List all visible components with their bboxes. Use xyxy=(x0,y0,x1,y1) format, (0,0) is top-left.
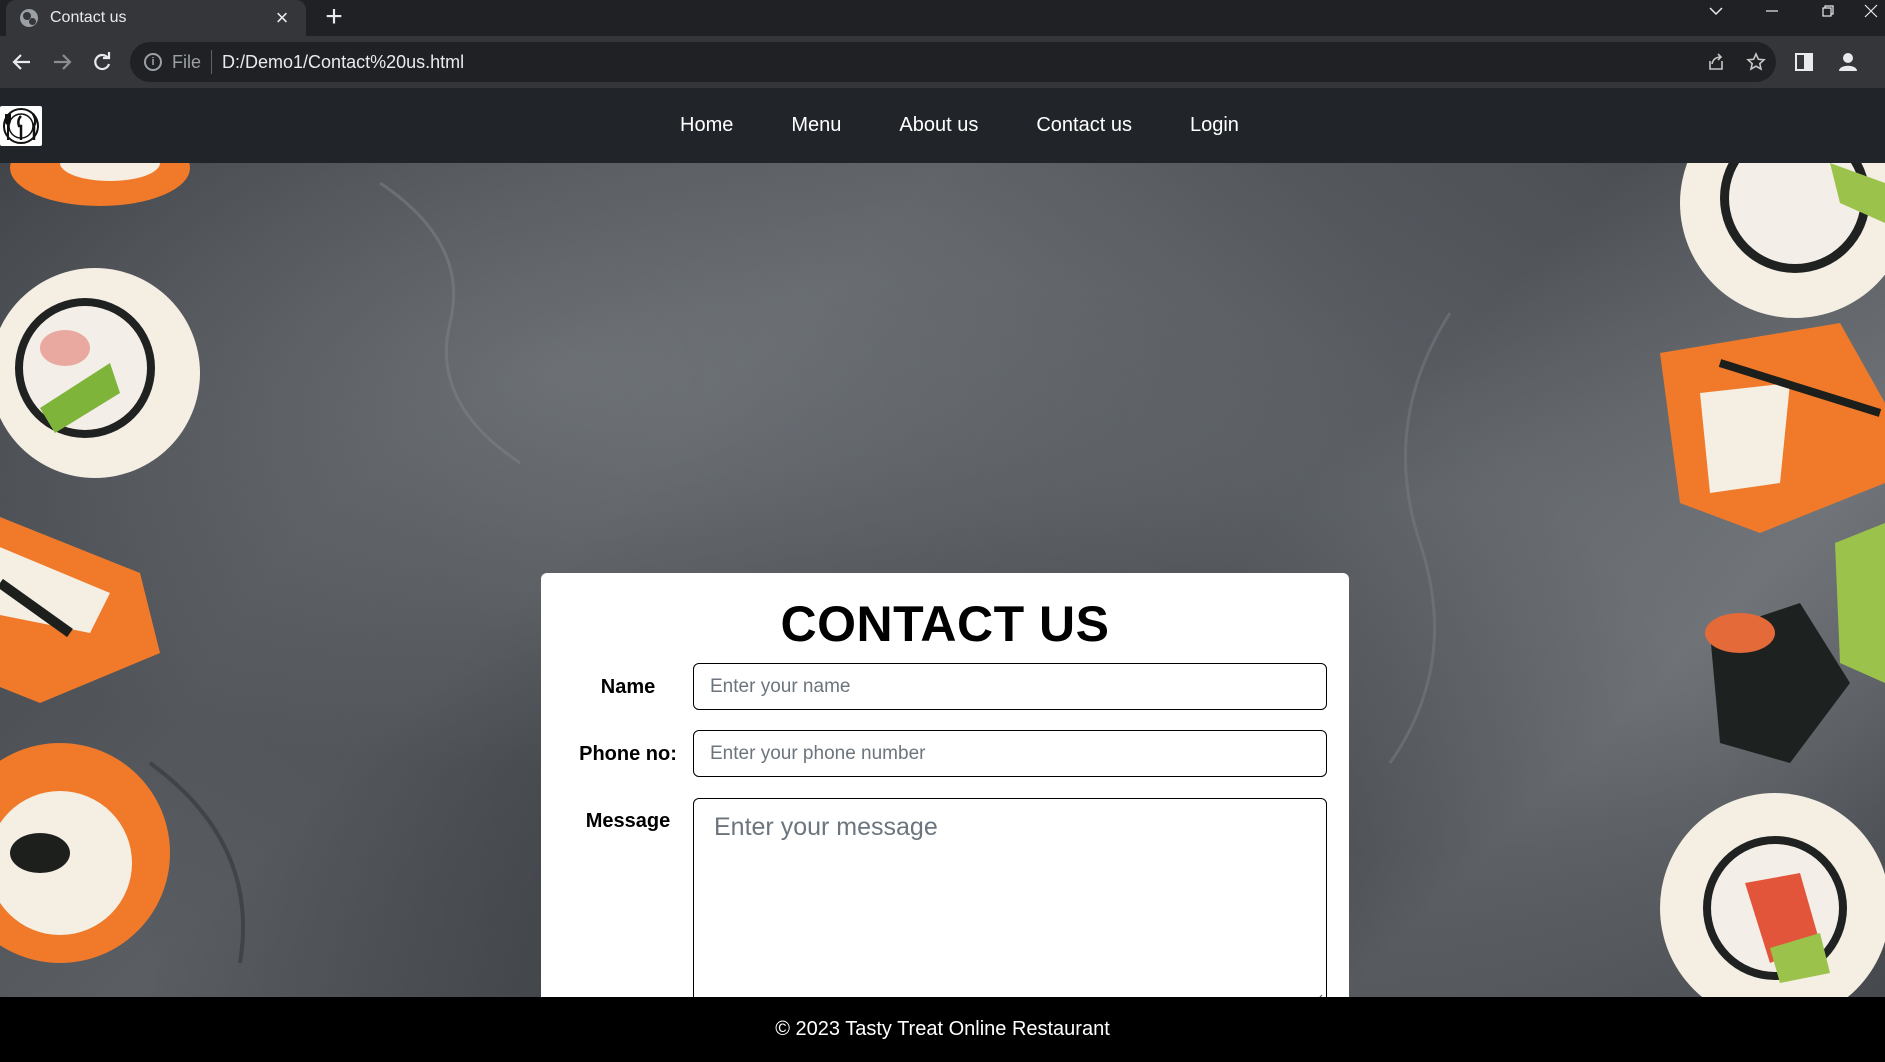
sushi-piece-left-3 xyxy=(0,743,170,963)
browser-tab[interactable]: Contact us × xyxy=(6,0,306,36)
nav-links: Home Menu About us Contact us Login xyxy=(680,88,1297,163)
name-input[interactable] xyxy=(693,663,1327,710)
sushi-piece-right-1 xyxy=(1680,163,1885,318)
contact-form-card: CONTACT US Name Phone no: Message xyxy=(541,573,1349,997)
profile-icon[interactable] xyxy=(1830,44,1866,80)
star-icon[interactable] xyxy=(1736,42,1776,82)
phone-label: Phone no: xyxy=(579,743,677,765)
nav-contact-us[interactable]: Contact us xyxy=(1036,114,1132,137)
plus-icon[interactable]: + xyxy=(318,2,350,34)
sushi-piece-left-top xyxy=(10,163,190,206)
nav-menu[interactable]: Menu xyxy=(791,114,841,137)
side-panel-icon[interactable] xyxy=(1786,44,1822,80)
footer-copyright: © 2023 Tasty Treat Online Restaurant xyxy=(775,1018,1110,1040)
info-icon[interactable]: i xyxy=(144,53,162,71)
browser-tab-strip: Contact us × + xyxy=(0,0,1885,36)
cutlery-icon[interactable] xyxy=(0,106,42,146)
nav-login[interactable]: Login xyxy=(1190,114,1239,137)
close-icon[interactable]: × xyxy=(270,6,294,30)
phone-input[interactable] xyxy=(693,730,1327,777)
sushi-piece-right-3 xyxy=(1705,523,1885,763)
globe-icon xyxy=(20,9,38,27)
name-label: Name xyxy=(600,676,656,698)
back-arrow-icon[interactable] xyxy=(4,44,40,80)
share-icon[interactable] xyxy=(1696,42,1736,82)
chevron-down-icon[interactable] xyxy=(1688,0,1744,30)
sushi-piece-right-2 xyxy=(1660,323,1885,533)
hero-background: CONTACT US Name Phone no: Message xyxy=(0,163,1885,997)
message-textarea[interactable] xyxy=(693,798,1327,997)
window-close-icon[interactable] xyxy=(1856,0,1885,30)
sushi-piece-right-4 xyxy=(1660,793,1885,997)
reload-icon[interactable] xyxy=(84,44,120,80)
nav-about-us[interactable]: About us xyxy=(899,114,978,137)
address-url[interactable]: D:/Demo1/Contact%20us.html xyxy=(222,52,1696,73)
tab-title: Contact us xyxy=(50,9,127,26)
forward-arrow-icon[interactable] xyxy=(44,44,80,80)
sushi-piece-left-2 xyxy=(0,517,160,703)
address-separator xyxy=(211,50,213,74)
site-navbar: Home Menu About us Contact us Login xyxy=(0,88,1885,163)
contact-title: CONTACT US xyxy=(780,596,1110,652)
restore-icon[interactable] xyxy=(1800,0,1856,30)
message-label: Message xyxy=(585,810,671,832)
address-bar[interactable]: i File D:/Demo1/Contact%20us.html xyxy=(130,42,1776,82)
nav-home[interactable]: Home xyxy=(680,114,733,137)
sushi-piece-left-1 xyxy=(0,268,200,478)
web-page: Home Menu About us Contact us Login CONT… xyxy=(0,88,1885,1062)
browser-toolbar: i File D:/Demo1/Contact%20us.html xyxy=(0,36,1885,88)
minimize-icon[interactable] xyxy=(1744,0,1800,30)
site-footer: © 2023 Tasty Treat Online Restaurant xyxy=(0,997,1885,1062)
address-scheme: File xyxy=(172,51,202,72)
